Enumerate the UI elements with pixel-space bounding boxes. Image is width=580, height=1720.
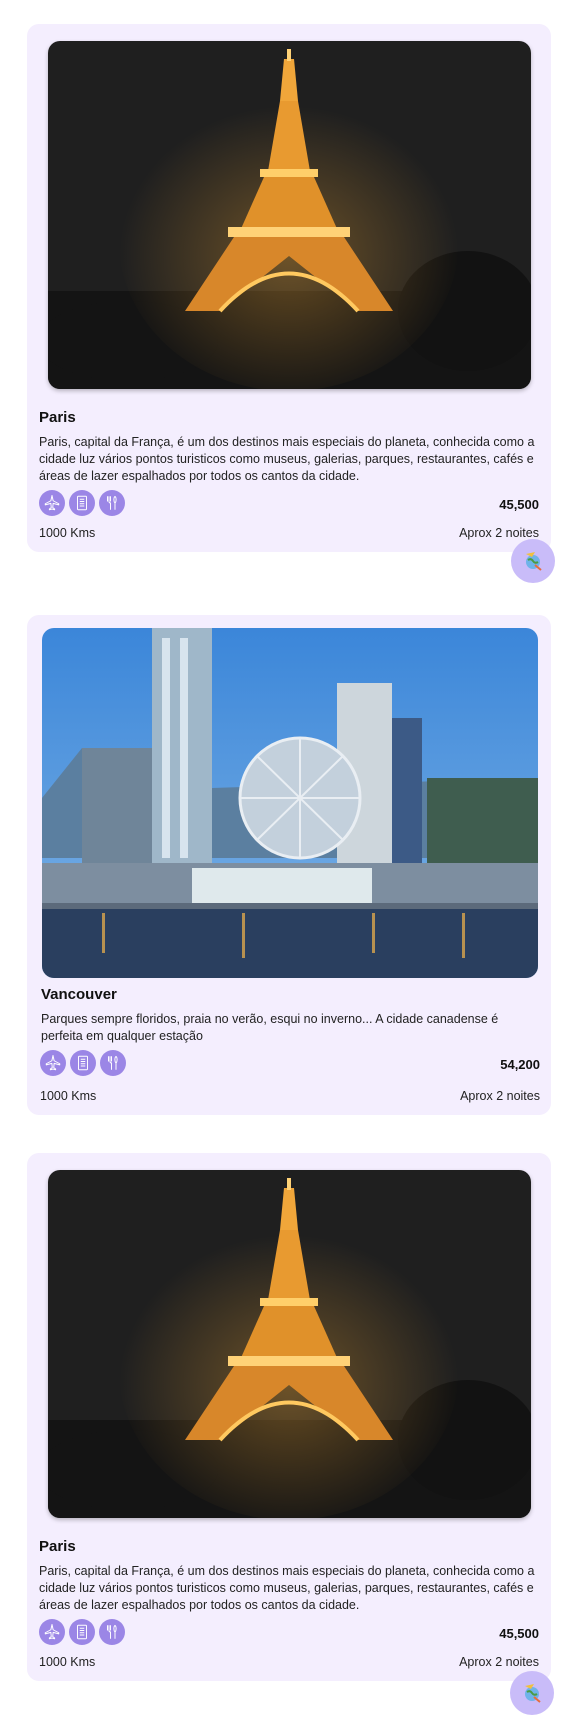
destination-title: Paris (39, 1538, 76, 1555)
travel-action-button[interactable] (510, 1671, 554, 1715)
distance: 1000 Kms (39, 526, 96, 540)
hotel-icon (70, 1050, 96, 1076)
airplane-icon (39, 1619, 65, 1645)
food-icon (99, 1619, 125, 1645)
destination-photo (42, 628, 538, 978)
price: 45,500 (499, 1626, 539, 1641)
travel-action-button[interactable] (511, 539, 555, 583)
hotel-icon (69, 1619, 95, 1645)
distance: 1000 Kms (40, 1089, 97, 1103)
travel-icon (521, 549, 545, 573)
duration: Aprox 2 noites (459, 526, 539, 540)
food-icon (100, 1050, 126, 1076)
duration: Aprox 2 noites (460, 1089, 540, 1103)
destination-photo (48, 41, 531, 389)
amenity-icons (39, 1619, 125, 1645)
destination-title: Vancouver (41, 986, 117, 1003)
destination-description: Parques sempre floridos, praia no verão,… (41, 1012, 499, 1043)
duration: Aprox 2 noites (459, 1655, 539, 1669)
amenity-icons (39, 490, 125, 516)
price: 45,500 (499, 497, 539, 512)
price: 54,200 (500, 1057, 540, 1072)
food-icon (99, 490, 125, 516)
destination-photo (48, 1170, 531, 1518)
airplane-icon (40, 1050, 66, 1076)
destination-description: Paris, capital da França, é um dos desti… (39, 1564, 535, 1612)
travel-icon (520, 1681, 544, 1705)
destination-card[interactable]: Paris Paris, capital da França, é um dos… (27, 24, 551, 552)
destination-description: Paris, capital da França, é um dos desti… (39, 435, 535, 483)
amenity-icons (40, 1050, 126, 1076)
hotel-icon (69, 490, 95, 516)
destination-card[interactable]: Vancouver Parques sempre floridos, praia… (27, 615, 551, 1115)
distance: 1000 Kms (39, 1655, 96, 1669)
destination-card[interactable]: Paris Paris, capital da França, é um dos… (27, 1153, 551, 1681)
destination-title: Paris (39, 409, 76, 426)
airplane-icon (39, 490, 65, 516)
